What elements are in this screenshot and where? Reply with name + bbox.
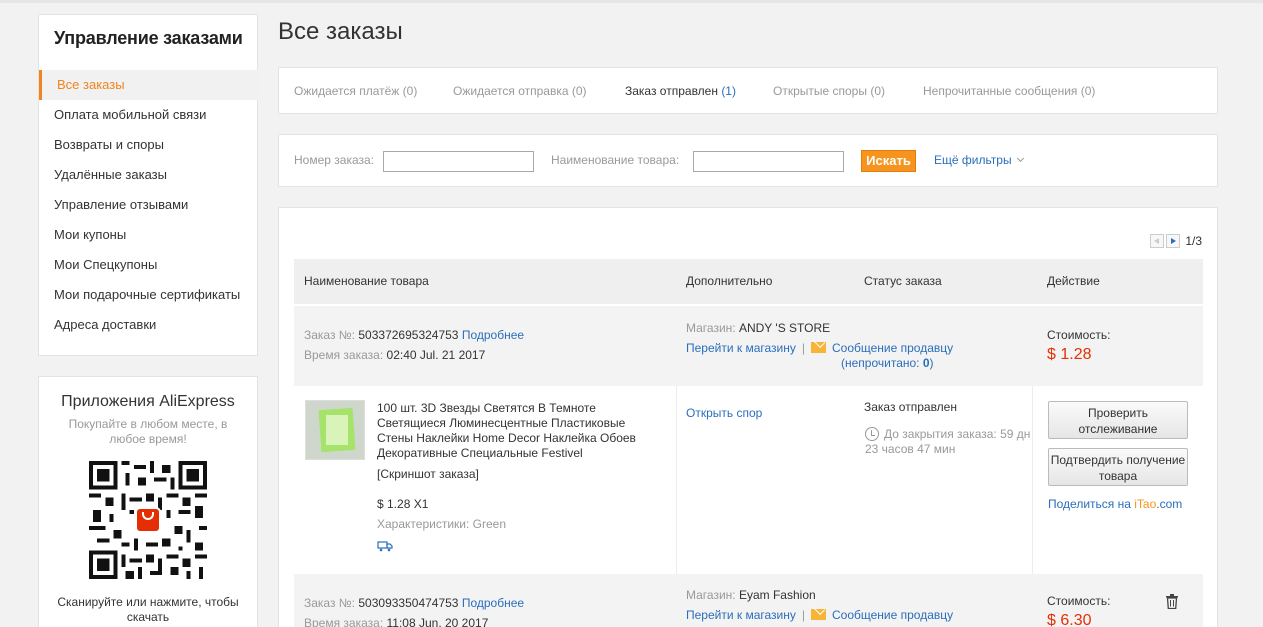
column-divider: [1032, 386, 1033, 576]
tab-awaiting-shipment[interactable]: Ожидается отправка (0): [453, 84, 587, 98]
sidebar: Управление заказами Все заказы Оплата мо…: [38, 14, 258, 356]
cost-label: Стоимость:: [1047, 594, 1111, 608]
header-action: Действие: [1047, 274, 1100, 288]
open-dispute-link[interactable]: Открыть спор: [686, 406, 762, 420]
trash-icon[interactable]: [1166, 594, 1178, 609]
page-title: Все заказы: [278, 18, 403, 45]
unread-count: (непрочитано: 0): [841, 356, 934, 370]
cost-label: Стоимость:: [1047, 328, 1111, 342]
go-to-store-link[interactable]: Перейти к магазину: [686, 341, 796, 355]
sidebar-item-gift-cards[interactable]: Мои подарочные сертификаты: [39, 280, 258, 310]
header-product: Наименование товара: [304, 274, 429, 288]
message-seller-link[interactable]: Сообщение продавцу: [832, 341, 953, 355]
sidebar-item-refunds-disputes[interactable]: Возвраты и споры: [39, 130, 258, 160]
store-name: Магазин: ANDY 'S STORE: [686, 321, 831, 335]
mail-icon: [811, 342, 826, 353]
aliexpress-logo-icon: [135, 507, 161, 533]
sidebar-item-mobile-payment[interactable]: Оплата мобильной связи: [39, 100, 258, 130]
status-tabs: Ожидается платёж (0) Ожидается отправка …: [278, 67, 1218, 114]
page-indicator: 1/3: [1185, 234, 1202, 248]
order-details-link[interactable]: Подробнее: [462, 596, 524, 610]
sidebar-title: Управление заказами: [54, 28, 243, 48]
order-number-label: Номер заказа:: [294, 153, 375, 167]
top-border: [0, 0, 1263, 3]
truck-icon[interactable]: [377, 540, 393, 552]
sidebar-item-addresses[interactable]: Адреса доставки: [39, 310, 258, 340]
tab-open-disputes[interactable]: Открытые споры (0): [773, 84, 885, 98]
order-number: Заказ №: 503372695324753 Подробнее: [304, 328, 525, 342]
sidebar-item-deleted-orders[interactable]: Удалённые заказы: [39, 160, 258, 190]
pager: 1/3: [1150, 234, 1202, 248]
column-divider: [676, 386, 677, 576]
order-time: Время заказа: 11:08 Jun. 20 2017: [304, 616, 489, 627]
table-header: Наименование товара Дополнительно Статус…: [294, 259, 1203, 304]
tab-unread-messages[interactable]: Непрочитанные сообщения (0): [923, 84, 1095, 98]
sidebar-item-all-orders[interactable]: Все заказы: [39, 70, 258, 100]
sidebar-menu: Все заказы Оплата мобильной связи Возвра…: [39, 70, 258, 340]
store-name: Магазин: Eyam Fashion: [686, 588, 816, 602]
tab-shipped[interactable]: Заказ отправлен (1): [625, 84, 736, 98]
filter-bar: Номер заказа: Наименование товара: Искат…: [278, 134, 1218, 187]
product-name-input[interactable]: [693, 151, 844, 172]
share-itao-link[interactable]: Поделиться на iTao.com: [1048, 497, 1182, 511]
order-countdown: До закрытия заказа: 59 дн 23 часов 47 ми…: [865, 427, 1031, 456]
product-specs: Характеристики: Green: [377, 517, 507, 531]
prev-page-icon[interactable]: [1150, 234, 1165, 248]
order-item: 100 шт. 3D Звезды Светятся В Темноте Све…: [294, 386, 1203, 576]
sidebar-item-feedback[interactable]: Управление отзывами: [39, 190, 258, 220]
orders-panel: 1/3 Наименование товара Дополнительно Ст…: [278, 207, 1218, 627]
order-time: Время заказа: 02:40 Jul. 21 2017: [304, 348, 486, 362]
order-status: Заказ отправлен: [864, 400, 957, 414]
sidebar-item-special-coupons[interactable]: Мои Спецкупоны: [39, 250, 258, 280]
price-quantity: $ 1.28 X1: [377, 497, 429, 511]
order-number-input[interactable]: [383, 151, 534, 172]
header-extra: Дополнительно: [686, 274, 773, 288]
apps-subtitle: Покупайте в любом месте, в любое время!: [68, 417, 228, 446]
product-image[interactable]: [305, 400, 365, 460]
store-links: Перейти к магазину | Сообщение продавцу: [686, 608, 954, 622]
order-cost: $ 6.30: [1047, 612, 1092, 627]
go-to-store-link[interactable]: Перейти к магазину: [686, 608, 796, 622]
order-details-link[interactable]: Подробнее: [462, 328, 524, 342]
message-seller-link[interactable]: Сообщение продавцу: [832, 608, 953, 622]
track-button[interactable]: Проверить отслеживание: [1048, 401, 1188, 439]
sidebar-item-coupons[interactable]: Мои купоны: [39, 220, 258, 250]
apps-download-text[interactable]: Сканируйте или нажмите, чтобы скачать: [39, 595, 257, 625]
tab-awaiting-payment[interactable]: Ожидается платёж (0): [294, 84, 417, 98]
next-page-icon[interactable]: [1166, 234, 1181, 248]
order-header: Заказ №: 503093350474753 Подробнее Время…: [294, 574, 1203, 627]
search-button[interactable]: Искать: [861, 150, 916, 172]
order-cost: $ 1.28: [1047, 346, 1092, 363]
chevron-down-icon: [1016, 154, 1024, 163]
order-header: Заказ №: 503372695324753 Подробнее Время…: [294, 306, 1203, 386]
snapshot-link[interactable]: [Скриншот заказа]: [377, 467, 479, 481]
store-links: Перейти к магазину | Сообщение продавцу: [686, 341, 954, 355]
apps-promo: Приложения AliExpress Покупайте в любом …: [38, 376, 258, 627]
order-number: Заказ №: 503093350474753 Подробнее: [304, 596, 525, 610]
apps-title: Приложения AliExpress: [61, 393, 235, 410]
confirm-receipt-button[interactable]: Подтвердить получение товара: [1048, 448, 1188, 486]
product-title[interactable]: 100 шт. 3D Звезды Светятся В Темноте Све…: [377, 401, 657, 461]
mail-icon: [811, 609, 826, 620]
qr-code[interactable]: [89, 461, 207, 579]
product-name-label: Наименование товара:: [551, 153, 680, 167]
header-status: Статус заказа: [864, 274, 942, 288]
more-filters-link[interactable]: Ещё фильтры: [934, 153, 1024, 167]
